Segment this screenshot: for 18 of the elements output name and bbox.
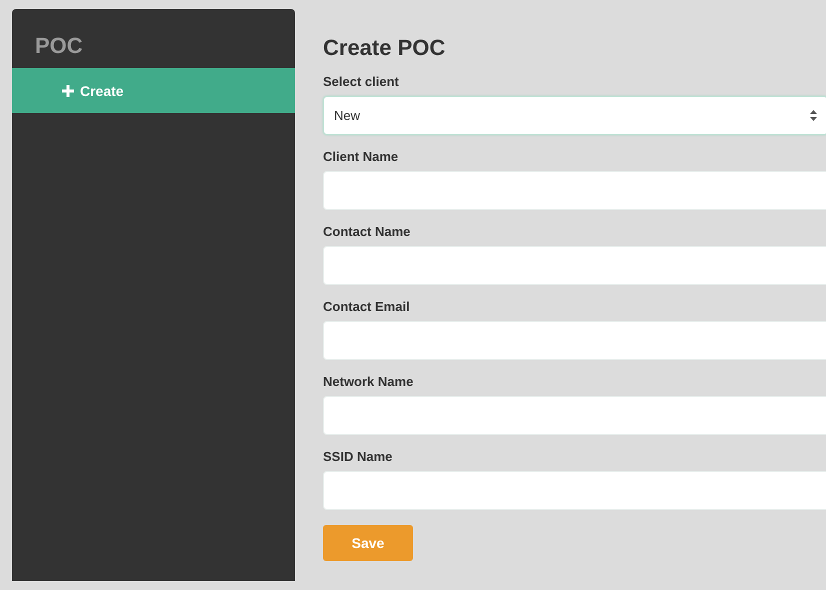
input-field[interactable] (323, 321, 826, 360)
field-label: Network Name (323, 374, 414, 389)
sort-arrows-icon (810, 110, 817, 121)
client-select[interactable]: New (323, 96, 826, 135)
plus-icon (62, 84, 74, 96)
input-field[interactable] (323, 171, 826, 210)
input-field[interactable] (323, 396, 826, 435)
field-label: Contact Name (323, 224, 410, 239)
save-button[interactable]: Save (323, 525, 413, 561)
sidebar-item[interactable]: Create (12, 68, 295, 113)
input-field[interactable] (323, 246, 826, 285)
field-label: Client Name (323, 149, 398, 164)
sidebar-title: POC (35, 33, 83, 59)
input-field[interactable] (323, 471, 826, 510)
field-label: SSID Name (323, 449, 392, 464)
field-label: Contact Email (323, 299, 410, 314)
page-title: Create POC (323, 35, 446, 61)
field-label: Select client (323, 74, 399, 89)
